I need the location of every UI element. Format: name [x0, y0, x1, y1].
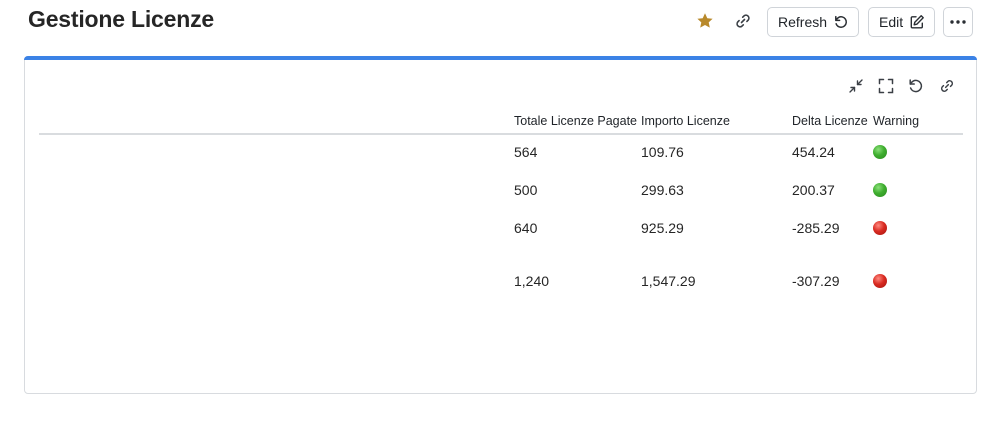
cell-totale: 564	[514, 144, 538, 160]
cell-importo: 925.29	[641, 220, 684, 236]
edit-icon	[909, 14, 925, 30]
fullscreen-icon[interactable]	[877, 77, 895, 95]
cell-importo: 299.63	[641, 182, 684, 198]
cell-totale: 640	[514, 220, 538, 236]
more-icon	[949, 19, 967, 25]
table-card: Totale Licenze Pagate Importo Licenze De…	[24, 56, 977, 394]
total-totale: 1,240	[514, 273, 550, 289]
column-header-delta[interactable]: Delta Licenze	[792, 114, 868, 128]
warning-alert-indicator	[873, 274, 887, 288]
cell-delta: -285.29	[792, 220, 840, 236]
minimize-icon[interactable]	[847, 77, 865, 95]
header-divider	[39, 133, 963, 135]
page-title: Gestione Licenze	[28, 6, 214, 32]
more-button[interactable]	[943, 7, 973, 37]
cell-delta: 200.37	[792, 182, 835, 198]
star-icon[interactable]	[695, 11, 715, 31]
edit-button[interactable]: Edit	[868, 7, 935, 37]
column-header-warning[interactable]: Warning	[873, 114, 919, 128]
card-accent-bar	[24, 56, 977, 60]
cell-delta: 454.24	[792, 144, 835, 160]
refresh-label: Refresh	[778, 14, 828, 30]
total-delta: -307.29	[792, 273, 840, 289]
column-header-importo[interactable]: Importo Licenze	[641, 114, 730, 128]
warning-ok-indicator	[873, 183, 887, 197]
edit-label: Edit	[879, 14, 904, 30]
total-importo: 1,547.29	[641, 273, 696, 289]
refresh-icon	[833, 14, 849, 30]
card-link-icon[interactable]	[938, 77, 956, 95]
warning-alert-indicator	[873, 221, 887, 235]
warning-ok-indicator	[873, 145, 887, 159]
column-header-totale[interactable]: Totale Licenze Pagate	[514, 114, 637, 128]
link-icon[interactable]	[733, 11, 753, 31]
reset-icon[interactable]	[907, 77, 925, 95]
cell-totale: 500	[514, 182, 538, 198]
refresh-button[interactable]: Refresh	[767, 7, 859, 37]
cell-importo: 109.76	[641, 144, 684, 160]
